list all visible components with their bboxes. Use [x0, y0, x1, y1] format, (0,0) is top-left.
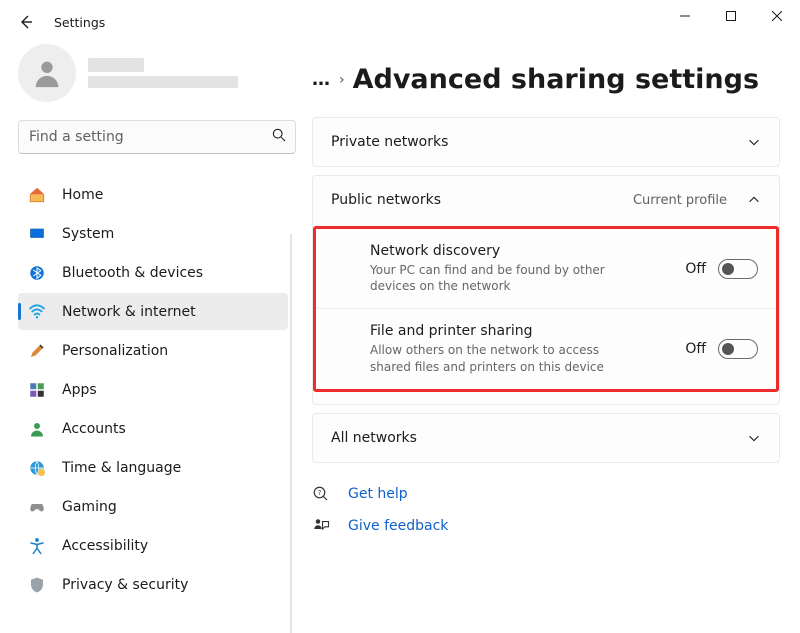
window-title: Settings [54, 15, 105, 30]
network-icon [28, 303, 46, 321]
setting-description: Allow others on the network to access sh… [370, 342, 610, 374]
chevron-up-icon [747, 193, 761, 207]
breadcrumb-separator-icon: › [339, 72, 345, 88]
sidebar-item-home[interactable]: Home [18, 176, 288, 213]
link-label: Get help [348, 486, 408, 502]
highlighted-settings: Network discovery Your PC can find and b… [313, 226, 779, 392]
sidebar-item-label: Personalization [62, 343, 168, 359]
sidebar-item-accounts[interactable]: Accounts [18, 410, 288, 447]
chevron-down-icon [747, 135, 761, 149]
time-language-icon [28, 459, 46, 477]
sidebar-item-label: System [62, 226, 114, 242]
chevron-down-icon [747, 431, 761, 445]
page-title: Advanced sharing settings [353, 64, 759, 95]
accessibility-icon [28, 537, 46, 555]
arrow-left-icon [18, 14, 34, 30]
redacted-email [88, 76, 238, 88]
panel-public-networks: Public networks Current profile Network … [312, 175, 780, 405]
panel-public-header[interactable]: Public networks Current profile [313, 176, 779, 224]
give-feedback-link[interactable]: Give feedback [312, 517, 780, 535]
breadcrumb: … › Advanced sharing settings [312, 64, 780, 95]
bluetooth-icon [28, 264, 46, 282]
sidebar-item-accessibility[interactable]: Accessibility [18, 527, 288, 564]
sidebar-item-label: Apps [62, 382, 97, 398]
panel-private-networks[interactable]: Private networks [312, 117, 780, 167]
sidebar-item-system[interactable]: System [18, 215, 288, 252]
back-button[interactable] [12, 8, 40, 36]
close-icon [772, 11, 782, 21]
avatar [18, 44, 76, 102]
file-printer-sharing-toggle[interactable] [718, 339, 758, 359]
help-links: ? Get help Give feedback [312, 485, 780, 535]
sidebar-item-label: Bluetooth & devices [62, 265, 203, 281]
window-controls [662, 0, 800, 40]
nav-list: Home System Bluetooth & devices Network … [18, 176, 288, 603]
maximize-button[interactable] [708, 0, 754, 32]
setting-description: Your PC can find and be found by other d… [370, 262, 610, 294]
sidebar-item-label: Accessibility [62, 538, 148, 554]
svg-text:?: ? [318, 489, 322, 497]
search-input[interactable] [18, 120, 296, 154]
sidebar-item-label: Network & internet [62, 304, 196, 320]
person-icon [30, 56, 64, 90]
apps-icon [28, 381, 46, 399]
redacted-name [88, 58, 144, 72]
sidebar-item-time-language[interactable]: Time & language [18, 449, 288, 486]
help-icon: ? [312, 485, 330, 503]
sidebar: Home System Bluetooth & devices Network … [0, 44, 300, 633]
gaming-icon [28, 498, 46, 516]
setting-label: File and printer sharing [370, 323, 610, 339]
minimize-icon [680, 11, 690, 21]
sidebar-item-label: Home [62, 187, 103, 203]
privacy-icon [28, 576, 46, 594]
toggle-value-label: Off [685, 261, 706, 277]
profile-text [88, 58, 238, 88]
maximize-icon [726, 11, 736, 21]
home-icon [28, 186, 46, 204]
get-help-link[interactable]: ? Get help [312, 485, 780, 503]
breadcrumb-more-icon[interactable]: … [312, 69, 331, 90]
close-button[interactable] [754, 0, 800, 32]
personalization-icon [28, 342, 46, 360]
titlebar: Settings [0, 0, 800, 44]
main-content: … › Advanced sharing settings Private ne… [300, 44, 800, 633]
nav-divider [290, 234, 292, 633]
feedback-icon [312, 517, 330, 535]
sidebar-item-bluetooth[interactable]: Bluetooth & devices [18, 254, 288, 291]
panel-tag: Current profile [633, 193, 727, 208]
link-label: Give feedback [348, 518, 448, 534]
sidebar-item-label: Gaming [62, 499, 117, 515]
panel-title: Public networks [331, 192, 441, 208]
sidebar-item-privacy[interactable]: Privacy & security [18, 566, 288, 603]
minimize-button[interactable] [662, 0, 708, 32]
search-box[interactable] [18, 120, 296, 154]
sidebar-item-network[interactable]: Network & internet [18, 293, 288, 330]
sidebar-item-label: Privacy & security [62, 577, 188, 593]
toggle-value-label: Off [685, 341, 706, 357]
setting-network-discovery: Network discovery Your PC can find and b… [316, 229, 776, 308]
network-discovery-toggle[interactable] [718, 259, 758, 279]
setting-label: Network discovery [370, 243, 610, 259]
sidebar-item-label: Time & language [62, 460, 181, 476]
panel-title: All networks [331, 430, 417, 446]
panel-title: Private networks [331, 134, 448, 150]
sidebar-item-gaming[interactable]: Gaming [18, 488, 288, 525]
setting-file-printer-sharing: File and printer sharing Allow others on… [316, 308, 776, 388]
system-icon [28, 225, 46, 243]
sidebar-item-apps[interactable]: Apps [18, 371, 288, 408]
search-icon [272, 128, 286, 146]
sidebar-item-personalization[interactable]: Personalization [18, 332, 288, 369]
sidebar-item-label: Accounts [62, 421, 126, 437]
accounts-icon [28, 420, 46, 438]
panel-all-networks[interactable]: All networks [312, 413, 780, 463]
user-profile[interactable] [18, 44, 288, 102]
